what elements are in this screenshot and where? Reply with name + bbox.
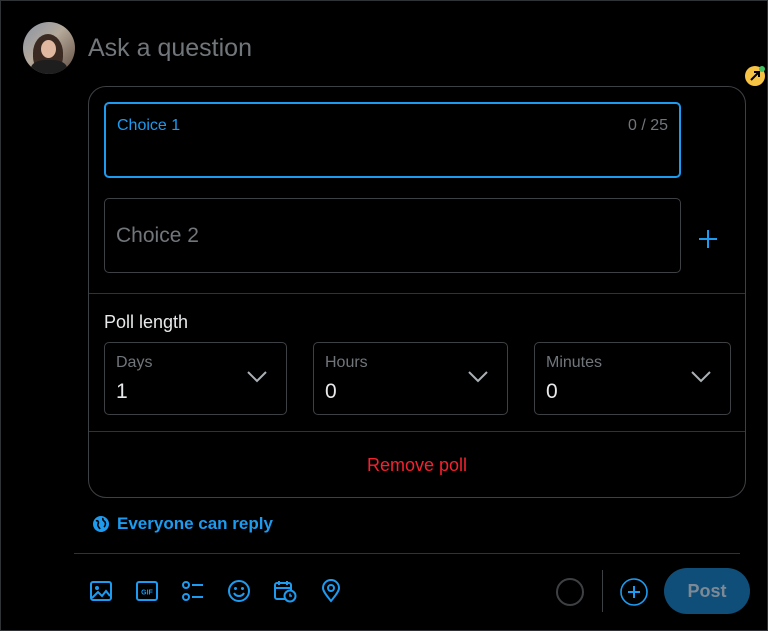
char-counter: 0 / 25 (627, 117, 668, 134)
minutes-value: 0 (546, 380, 558, 403)
chevron-down-icon (468, 371, 488, 383)
hours-select[interactable]: Hours 0 (313, 342, 508, 415)
add-choice-icon[interactable] (696, 227, 720, 251)
hours-value: 0 (325, 380, 337, 403)
avatar[interactable] (23, 22, 75, 74)
remove-poll-button[interactable]: Remove poll (89, 432, 745, 498)
globe-icon (93, 516, 109, 532)
days-label: Days (116, 354, 153, 371)
schedule-icon[interactable] (272, 578, 298, 604)
gif-icon[interactable]: GIF (134, 578, 160, 604)
post-button[interactable]: Post (664, 568, 750, 614)
poll-icon[interactable] (180, 578, 206, 604)
chevron-down-icon (691, 371, 711, 383)
choice-2-placeholder: Choice 2 (116, 224, 199, 247)
choice-2-input[interactable]: Choice 2 (104, 198, 681, 273)
poll-card: Choice 1 0 / 25 Choice 2 Poll length Day… (88, 86, 746, 498)
hours-label: Hours (325, 354, 368, 371)
reply-setting-button[interactable]: Everyone can reply (92, 512, 273, 536)
chevron-down-icon (247, 371, 267, 383)
divider (89, 293, 745, 294)
emoji-icon[interactable] (226, 578, 252, 604)
divider (602, 570, 603, 612)
days-select[interactable]: Days 1 (104, 342, 287, 415)
character-progress-icon (556, 578, 584, 606)
question-input[interactable]: Ask a question (88, 30, 488, 66)
reply-setting-label: Everyone can reply (117, 514, 273, 533)
add-post-icon[interactable] (619, 577, 649, 607)
choice-1-label: Choice 1 (117, 117, 181, 134)
minutes-label: Minutes (546, 354, 603, 371)
minutes-select[interactable]: Minutes 0 (534, 342, 731, 415)
status-indicator-icon (745, 66, 765, 86)
location-icon[interactable] (318, 578, 344, 604)
image-icon[interactable] (88, 578, 114, 604)
choice-1-input[interactable]: Choice 1 0 / 25 (104, 102, 681, 178)
days-value: 1 (116, 380, 128, 403)
divider (74, 553, 740, 554)
poll-length-title: Poll length (104, 312, 189, 332)
svg-text:GIF: GIF (141, 590, 153, 597)
